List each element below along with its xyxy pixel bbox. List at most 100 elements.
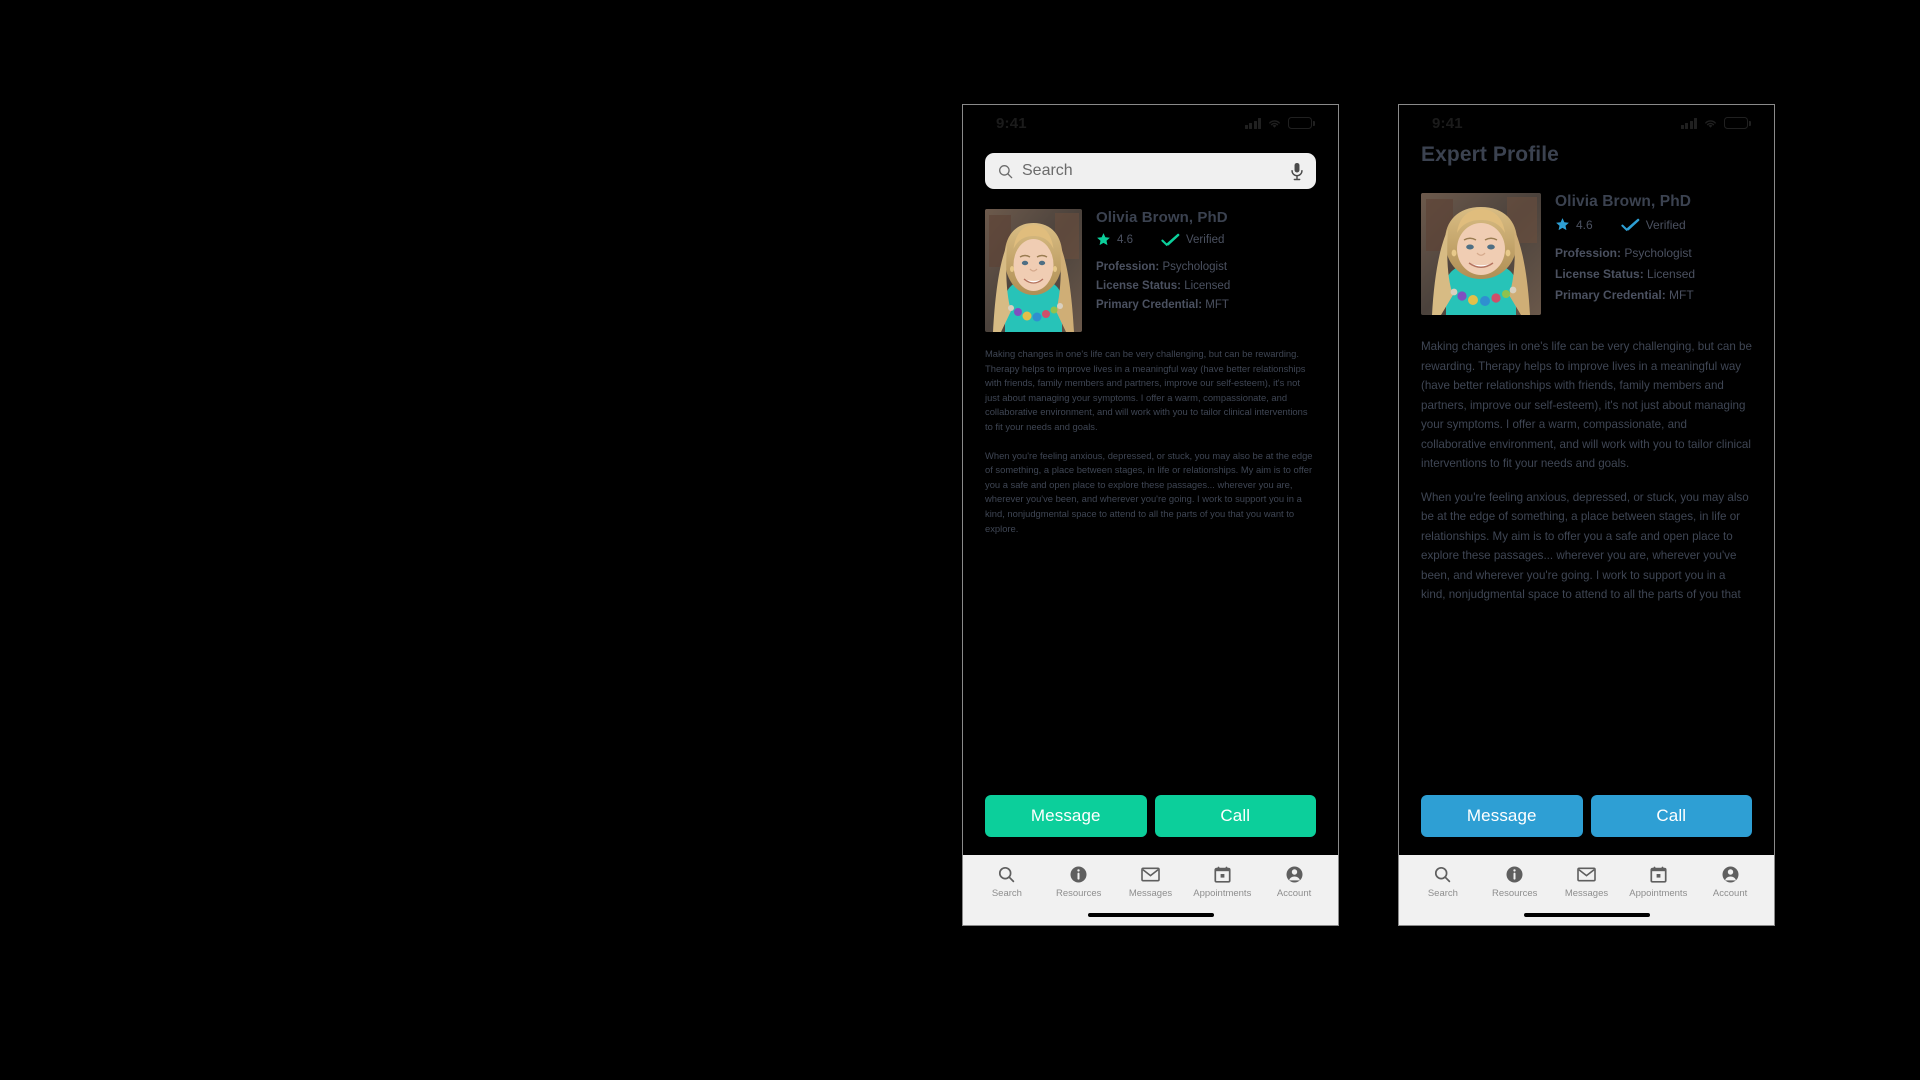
- profile-field: Profession: Psychologist: [1096, 261, 1316, 273]
- status-time: 9:41: [1432, 114, 1463, 132]
- tab-label: Messages: [1128, 888, 1173, 899]
- envelope-icon: [1577, 865, 1596, 883]
- page-title: Expert Profile: [1421, 143, 1559, 166]
- rating-badge: 4.6: [1555, 217, 1593, 232]
- field-value: MFT: [1202, 299, 1229, 311]
- screen-left: Search Olivia Brown, PhD 4.6 Verified Pr…: [963, 135, 1338, 855]
- bio-paragraph: When you're feeling anxious, depressed, …: [1421, 490, 1749, 602]
- tab-label: Search: [991, 888, 1022, 899]
- action-buttons: Message Call: [1421, 795, 1752, 837]
- profile-fields: Profession: Psychologist License Status:…: [1096, 261, 1316, 311]
- phone-mockup-left: 9:41 Search Olivia Brown, PhD 4.6 Verifi…: [962, 104, 1339, 926]
- tab-label: Search: [1427, 888, 1458, 899]
- tab-account[interactable]: Account: [1258, 865, 1330, 899]
- cellular-signal-icon: [1244, 117, 1261, 129]
- envelope-icon: [1141, 865, 1160, 883]
- status-time: 9:41: [996, 114, 1027, 132]
- profile-bio: Making changes in one's life can be very…: [1421, 337, 1752, 605]
- search-icon: [998, 865, 1015, 883]
- profile-badges: 4.6 Verified: [1555, 217, 1752, 232]
- tab-label: Messages: [1564, 888, 1609, 899]
- home-indicator: [1523, 913, 1650, 917]
- bottom-tab-bar: Search Resources Messages Appointments A…: [963, 855, 1338, 925]
- phone-mockup-right: 9:41 Expert Profile Olivia Brown, PhD 4.…: [1398, 104, 1775, 926]
- field-label: License Status:: [1555, 267, 1644, 281]
- rating-value: 4.6: [1576, 217, 1593, 232]
- field-value: MFT: [1665, 288, 1694, 302]
- search-icon: [1434, 865, 1451, 883]
- check-icon: [1621, 218, 1640, 231]
- cellular-signal-icon: [1680, 117, 1697, 129]
- status-icons: [1680, 117, 1751, 129]
- field-label: Profession:: [1555, 246, 1622, 260]
- verified-badge: Verified: [1161, 233, 1224, 247]
- field-value: Psychologist: [1621, 246, 1692, 260]
- microphone-icon[interactable]: [1290, 162, 1304, 181]
- avatar: [985, 209, 1082, 332]
- profile-field: Profession: Psychologist: [1555, 246, 1752, 260]
- check-icon: [1161, 233, 1180, 246]
- tab-resources[interactable]: Resources: [1479, 865, 1551, 899]
- wifi-icon: [1705, 119, 1716, 128]
- tab-label: Appointments: [1193, 888, 1252, 899]
- tab-appointments[interactable]: Appointments: [1622, 865, 1694, 899]
- tab-messages[interactable]: Messages: [1115, 865, 1187, 899]
- tab-search[interactable]: Search: [1407, 865, 1479, 899]
- call-button[interactable]: Call: [1154, 795, 1316, 837]
- tab-label: Appointments: [1629, 888, 1688, 899]
- message-button[interactable]: Message: [985, 795, 1147, 837]
- verified-label: Verified: [1645, 217, 1686, 232]
- bio-paragraph: Making changes in one's life can be very…: [1421, 340, 1752, 470]
- call-button[interactable]: Call: [1590, 795, 1752, 837]
- profile-header: Olivia Brown, PhD 4.6 Verified Professio…: [985, 209, 1316, 332]
- profile-field: License Status: Licensed: [1555, 267, 1752, 281]
- home-indicator: [1087, 913, 1214, 917]
- tab-label: Resources: [1055, 888, 1102, 899]
- bio-paragraph: Making changes in one's life can be very…: [985, 348, 1308, 432]
- info-icon: [1070, 865, 1087, 883]
- field-label: License Status:: [1096, 280, 1181, 292]
- message-button[interactable]: Message: [1421, 795, 1583, 837]
- screen-right: Expert Profile Olivia Brown, PhD 4.6 Ver…: [1399, 135, 1774, 855]
- status-bar: 9:41: [963, 105, 1338, 135]
- status-bar: 9:41: [1399, 105, 1774, 135]
- avatar-photo: [985, 209, 1082, 332]
- bottom-tab-bar: Search Resources Messages Appointments A…: [1399, 855, 1774, 925]
- rating-badge: 4.6: [1096, 232, 1133, 247]
- profile-info: Olivia Brown, PhD 4.6 Verified Professio…: [1096, 209, 1316, 332]
- action-buttons: Message Call: [985, 795, 1316, 837]
- field-label: Primary Credential:: [1555, 288, 1666, 302]
- tab-list: Search Resources Messages Appointments A…: [971, 865, 1330, 899]
- profile-header: Olivia Brown, PhD 4.6 Verified Professio…: [1421, 193, 1752, 315]
- tab-list: Search Resources Messages Appointments A…: [1407, 865, 1766, 899]
- status-icons: [1244, 117, 1315, 129]
- search-bar[interactable]: Search: [985, 153, 1316, 189]
- calendar-icon: [1650, 865, 1667, 883]
- tab-label: Account: [1712, 888, 1748, 899]
- battery-icon: [1288, 117, 1315, 129]
- account-circle-icon: [1722, 865, 1739, 883]
- profile-badges: 4.6 Verified: [1096, 232, 1316, 247]
- profile-field: Primary Credential: MFT: [1096, 299, 1316, 311]
- profile-info: Olivia Brown, PhD 4.6 Verified Professio…: [1555, 193, 1752, 315]
- avatar: [1421, 193, 1541, 315]
- tab-appointments[interactable]: Appointments: [1186, 865, 1258, 899]
- field-label: Profession:: [1096, 261, 1160, 273]
- tab-resources[interactable]: Resources: [1043, 865, 1115, 899]
- calendar-icon: [1214, 865, 1231, 883]
- profile-field: Primary Credential: MFT: [1555, 288, 1752, 302]
- tab-search[interactable]: Search: [971, 865, 1043, 899]
- avatar-photo: [1421, 193, 1541, 315]
- bio-paragraph: When you're feeling anxious, depressed, …: [985, 449, 1313, 534]
- verified-label: Verified: [1186, 233, 1225, 246]
- tab-account[interactable]: Account: [1694, 865, 1766, 899]
- tab-label: Resources: [1491, 888, 1538, 899]
- profile-name: Olivia Brown, PhD: [1555, 193, 1692, 210]
- profile-field: License Status: Licensed: [1096, 280, 1316, 292]
- search-input[interactable]: Search: [1022, 162, 1281, 180]
- rating-value: 4.6: [1117, 233, 1133, 246]
- profile-name: Olivia Brown, PhD: [1096, 209, 1228, 226]
- search-icon: [999, 164, 1013, 178]
- tab-label: Account: [1276, 888, 1312, 899]
- tab-messages[interactable]: Messages: [1551, 865, 1623, 899]
